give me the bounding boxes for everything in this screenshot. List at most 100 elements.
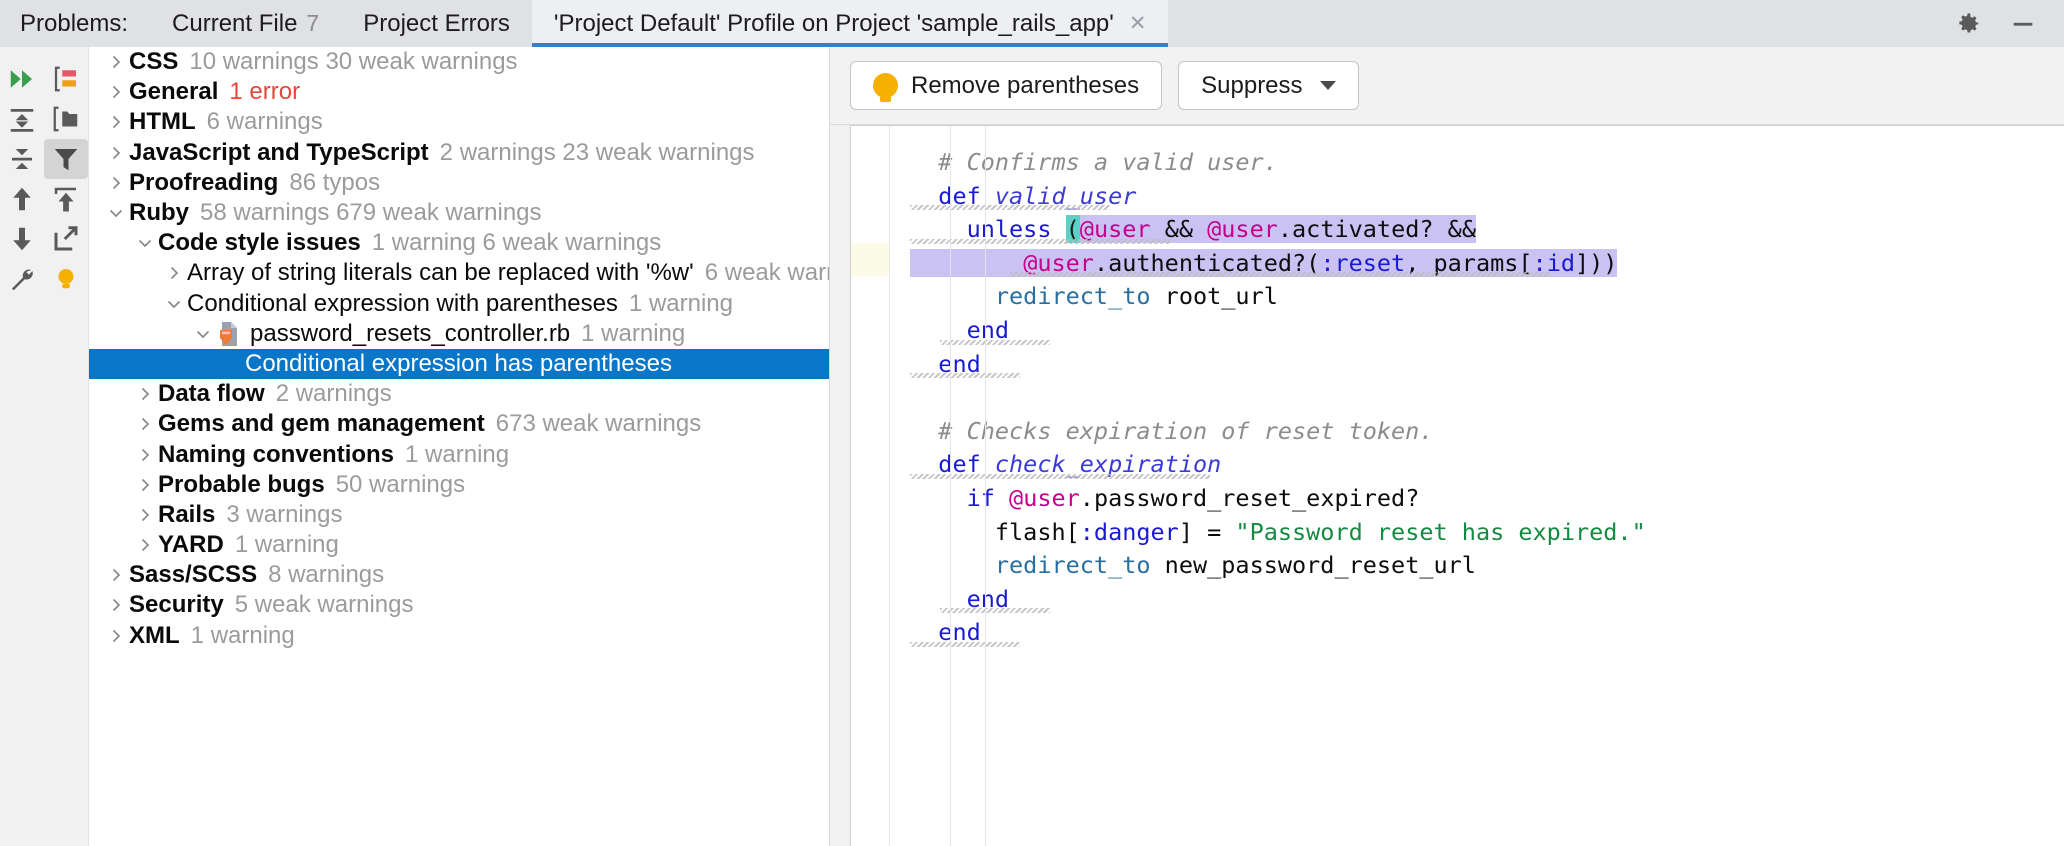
quick-fix-bulb-icon[interactable] <box>44 259 88 299</box>
tree-row-naming-conventions[interactable]: Naming conventions1 warning <box>89 439 829 469</box>
chevron-down-icon[interactable] <box>103 205 129 221</box>
chevron-down-icon[interactable] <box>161 296 187 312</box>
chevron-right-icon[interactable] <box>132 477 158 493</box>
tree-row-count: 5 weak warnings <box>235 591 414 619</box>
close-icon[interactable]: ✕ <box>1129 11 1147 36</box>
code-token: "Password reset has expired." <box>1235 518 1645 546</box>
tab-project-default-profile-on-project-sample-rails-app[interactable]: 'Project Default' Profile on Project 'sa… <box>532 0 1169 47</box>
tree-row-count: 1 warning <box>581 320 685 348</box>
tree-row-array-of-string-literals[interactable]: Array of string literals can be replaced… <box>89 258 829 288</box>
current-line-gutter-highlight <box>851 243 889 277</box>
tree-row-xml[interactable]: XML1 warning <box>89 621 829 651</box>
remove-parentheses-button[interactable]: Remove parentheses <box>850 61 1162 110</box>
code-line: end <box>890 348 2064 382</box>
suppress-label: Suppress <box>1201 72 1302 100</box>
code-line: if @user.password_reset_expired? <box>890 482 2064 516</box>
chevron-right-icon[interactable] <box>132 386 158 402</box>
problem-details-panel: Remove parentheses Suppress # Confirms a… <box>830 47 2064 846</box>
gear-icon[interactable] <box>1954 9 1984 39</box>
group-by-directory-icon[interactable] <box>44 99 88 139</box>
chevron-right-icon[interactable] <box>103 54 129 70</box>
export-icon[interactable] <box>44 179 88 219</box>
tree-row-html[interactable]: HTML6 warnings <box>89 107 829 137</box>
tree-row-password-resets-controller-rb[interactable]: password_resets_controller.rb1 warning <box>89 319 829 349</box>
suppress-button[interactable]: Suppress <box>1178 61 1358 110</box>
tree-row-label: YARD <box>158 531 224 559</box>
code-token: flash[ <box>910 518 1080 546</box>
inspection-underline <box>910 474 1210 479</box>
tree-row-security[interactable]: Security5 weak warnings <box>89 590 829 620</box>
chevron-down-icon[interactable] <box>190 326 216 342</box>
tree-row-count: 673 weak warnings <box>496 410 701 438</box>
tree-row-label: Proofreading <box>129 169 278 197</box>
tree-row-gems-and-gem-management[interactable]: Gems and gem management673 weak warnings <box>89 409 829 439</box>
chevron-right-icon[interactable] <box>103 597 129 613</box>
tree-row-css[interactable]: CSS10 warnings 30 weak warnings <box>89 47 829 77</box>
tree-row-javascript-and-typescript[interactable]: JavaScript and TypeScript2 warnings 23 w… <box>89 138 829 168</box>
tree-row-label: Conditional expression with parentheses <box>187 290 618 318</box>
settings-wrench-icon[interactable] <box>0 259 44 299</box>
tree-row-proofreading[interactable]: Proofreading86 typos <box>89 168 829 198</box>
chevron-right-icon[interactable] <box>103 175 129 191</box>
inspection-results-tree[interactable]: CSS10 warnings 30 weak warningsGeneral1 … <box>89 47 830 846</box>
tree-row-count: 50 warnings <box>336 471 465 499</box>
tree-row-yard[interactable]: YARD 1 warning <box>89 530 829 560</box>
chevron-right-icon[interactable] <box>132 447 158 463</box>
collapse-icon[interactable] <box>0 139 44 179</box>
tree-row-sass-scss[interactable]: Sass/SCSS8 warnings <box>89 560 829 590</box>
tree-row-rails[interactable]: Rails3 warnings <box>89 500 829 530</box>
tree-row-label: Probable bugs <box>158 471 325 499</box>
minimize-icon[interactable] <box>2008 9 2038 39</box>
inspection-toolbar <box>0 47 89 846</box>
tree-row-ruby[interactable]: Ruby58 warnings 679 weak warnings <box>89 198 829 228</box>
open-in-new-window-icon[interactable] <box>44 219 88 259</box>
tree-row-label: Code style issues <box>158 229 361 257</box>
code-token: # Checks expiration of reset token. <box>910 417 1433 445</box>
chevron-right-icon[interactable] <box>103 567 129 583</box>
code-token: root_url <box>1151 282 1278 310</box>
tree-row-label: Rails <box>158 501 215 529</box>
tree-row-count: 6 warnings <box>207 108 323 136</box>
tree-row-code-style-issues[interactable]: Code style issues1 warning 6 weak warnin… <box>89 228 829 258</box>
code-line: # Confirms a valid user. <box>890 146 2064 180</box>
chevron-right-icon[interactable] <box>132 416 158 432</box>
next-problem-icon[interactable] <box>0 219 44 259</box>
code-token: ])) <box>1575 249 1617 277</box>
code-editor[interactable]: # Confirms a valid user. def valid_user … <box>890 126 2064 846</box>
chevron-right-icon[interactable] <box>103 84 129 100</box>
chevron-right-icon[interactable] <box>103 114 129 130</box>
chevron-right-icon[interactable] <box>103 628 129 644</box>
code-line: end <box>890 583 2064 617</box>
tree-row-count: 1 warning <box>405 441 509 469</box>
problems-tool-window: Problems: Current File7Project Errors'Pr… <box>0 0 2064 846</box>
tree-row-label: XML <box>129 622 180 650</box>
chevron-right-icon[interactable] <box>132 537 158 553</box>
tree-row-general[interactable]: General1 error <box>89 77 829 107</box>
expand-icon[interactable] <box>0 99 44 139</box>
tree-row-count: 1 warning <box>235 531 339 559</box>
tree-row-conditional-expression-has-parentheses[interactable]: Conditional expression has parentheses <box>89 349 829 379</box>
code-token: # Confirms a valid user. <box>910 148 1278 176</box>
tree-row-count: 58 warnings 679 weak warnings <box>200 199 542 227</box>
tab-current-file[interactable]: Current File7 <box>150 0 341 47</box>
tree-row-data-flow[interactable]: Data flow2 warnings <box>89 379 829 409</box>
chevron-down-icon[interactable] <box>132 235 158 251</box>
previous-problem-icon[interactable] <box>0 179 44 219</box>
chevron-right-icon[interactable] <box>103 145 129 161</box>
tree-row-probable-bugs[interactable]: Probable bugs 50 warnings <box>89 470 829 500</box>
indent-guide <box>985 126 986 846</box>
inspection-underline <box>1010 272 1550 277</box>
filter-icon[interactable] <box>44 139 88 179</box>
expand-all-fast-icon[interactable] <box>0 59 44 99</box>
code-token <box>910 551 995 579</box>
chevron-right-icon[interactable] <box>132 507 158 523</box>
tab-count: 7 <box>306 10 319 37</box>
tree-row-count: 2 warnings 23 weak warnings <box>440 139 755 167</box>
code-line: end <box>890 314 2064 348</box>
lightbulb-icon <box>873 73 898 98</box>
tab-project-errors[interactable]: Project Errors <box>341 0 532 47</box>
tree-row-label: Array of string literals can be replaced… <box>187 259 694 287</box>
group-by-severity-icon[interactable] <box>44 59 88 99</box>
chevron-right-icon[interactable] <box>161 265 187 281</box>
tree-row-conditional-expression-with-parentheses[interactable]: Conditional expression with parentheses1… <box>89 289 829 319</box>
